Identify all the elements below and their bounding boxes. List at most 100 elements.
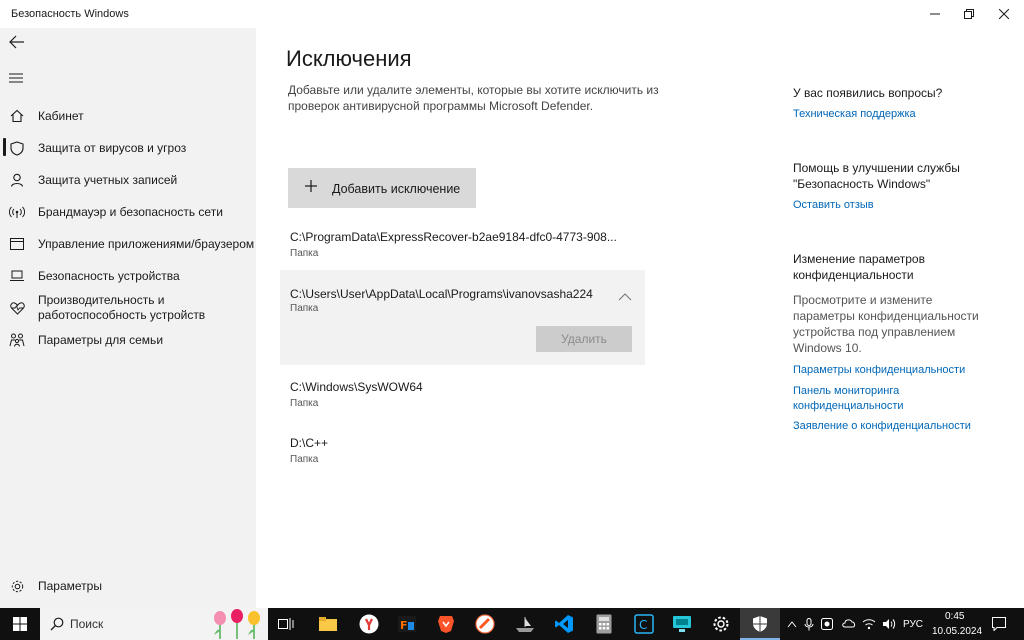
chevron-up-icon[interactable] [787, 620, 797, 628]
sidebar-item-virus-protection[interactable]: Защита от вирусов и угроз [0, 140, 256, 156]
delete-button[interactable]: Удалить [536, 326, 632, 352]
yandex-browser-button[interactable] [357, 612, 381, 636]
app-button-c[interactable]: C [632, 612, 656, 636]
app-button-boat[interactable] [513, 612, 537, 636]
sidebar: Кабинет Защита от вирусов и угроз Защита… [0, 28, 256, 608]
plus-icon [305, 180, 317, 192]
svg-text:C: C [639, 618, 647, 632]
hamburger-menu-button[interactable] [9, 71, 25, 83]
minimize-button[interactable] [917, 0, 953, 28]
gear-icon [713, 616, 729, 632]
taskbar: Поиск F C РУС 0:45 10.05.2024 [0, 608, 1024, 640]
shield-icon [9, 140, 25, 156]
app-button-orange[interactable] [473, 612, 497, 636]
home-icon [9, 108, 25, 124]
privacy-settings-link[interactable]: Параметры конфиденциальности [793, 363, 993, 378]
sidebar-item-family[interactable]: Параметры для семьи [0, 332, 256, 348]
clock-date[interactable]: 10.05.2024 [932, 626, 982, 637]
add-exclusion-label: Добавить исключение [332, 182, 461, 196]
tulips-icon [214, 609, 260, 639]
sidebar-item-device-performance[interactable]: Производительность и работоспособность у… [0, 292, 256, 324]
exclusion-type: Папка [290, 454, 319, 465]
family-icon [9, 332, 25, 348]
vscode-button[interactable] [552, 612, 576, 636]
notification-icon[interactable] [992, 617, 1006, 631]
exclusion-type: Папка [290, 303, 319, 314]
language-indicator[interactable]: РУС [903, 619, 923, 630]
antenna-icon [9, 204, 25, 220]
exclusion-type: Папка [290, 398, 319, 409]
fl-app-button[interactable]: F [395, 612, 419, 636]
settings-button[interactable] [709, 612, 733, 636]
window-title: Безопасность Windows [11, 8, 129, 20]
add-exclusion-button[interactable]: Добавить исключение [288, 168, 476, 208]
sidebar-item-label: Управление приложениями/браузером [38, 236, 255, 251]
close-icon [999, 9, 1009, 19]
vscode-icon [555, 615, 573, 633]
exclusion-path: C:\Windows\SysWOW64 [290, 380, 423, 394]
laptop-icon [9, 268, 25, 284]
file-explorer-button[interactable] [316, 612, 340, 636]
search-placeholder: Поиск [70, 617, 104, 631]
sidebar-item-account-protection[interactable]: Защита учетных записей [0, 172, 256, 188]
svg-text:F: F [400, 619, 408, 632]
person-icon [9, 172, 25, 188]
sidebar-item-device-security[interactable]: Безопасность устройства [0, 268, 256, 284]
calculator-button[interactable] [592, 612, 616, 636]
page-description: Добавьте или удалите элементы, которые в… [288, 83, 659, 113]
yandex-browser-icon [359, 614, 379, 634]
gear-icon [9, 578, 25, 594]
restore-button[interactable] [951, 0, 987, 28]
sidebar-item-app-browser[interactable]: Управление приложениями/браузером [0, 236, 256, 252]
brave-lion-icon [438, 616, 454, 633]
calculator-icon [596, 614, 612, 634]
sidebar-item-home[interactable]: Кабинет [0, 108, 256, 124]
boat-app-icon [516, 617, 534, 632]
privacy-statement-link[interactable]: Заявление о конфиденциальности [793, 419, 993, 434]
clock-time[interactable]: 0:45 [945, 611, 964, 622]
task-view-icon [278, 618, 294, 630]
sidebar-item-label: Брандмауэр и безопасность сети [38, 204, 223, 219]
volume-icon[interactable] [882, 618, 896, 630]
orange-circle-app-icon [475, 614, 495, 634]
taskbar-search-box[interactable]: Поиск [40, 608, 268, 640]
app-button-screen[interactable] [670, 612, 694, 636]
windows-logo-icon [13, 617, 27, 631]
security-app-taskbar-button[interactable] [740, 608, 780, 640]
feedback-link[interactable]: Оставить отзыв [793, 198, 993, 213]
brave-browser-button[interactable] [434, 612, 458, 636]
tray-app-icon[interactable] [821, 618, 833, 630]
task-view-button[interactable] [274, 612, 298, 636]
exclusion-item[interactable]: C:\ProgramData\ExpressRecover-b2ae9184-d… [290, 230, 650, 259]
privacy-text: Просмотрите и измените параметры конфиде… [793, 293, 979, 355]
exclusion-path: C:\ProgramData\ExpressRecover-b2ae9184-d… [290, 230, 617, 244]
folder-icon [319, 617, 337, 631]
start-button[interactable] [8, 612, 32, 636]
monitor-app-icon [673, 616, 691, 632]
exclusion-item-expanded[interactable]: C:\Users\User\AppData\Local\Programs\iva… [280, 270, 645, 365]
support-link[interactable]: Техническая поддержка [793, 107, 993, 122]
minimize-icon [930, 13, 940, 15]
chevron-up-icon[interactable] [618, 292, 632, 302]
restore-icon [964, 9, 974, 19]
exclusion-path: C:\Users\User\AppData\Local\Programs\iva… [290, 287, 593, 301]
exclusion-item[interactable]: C:\Windows\SysWOW64 Папка [290, 380, 650, 409]
back-button[interactable] [9, 35, 25, 49]
cloud-icon[interactable] [842, 618, 856, 628]
sidebar-item-settings[interactable]: Параметры [0, 578, 256, 594]
wifi-icon[interactable] [862, 618, 876, 630]
questions-heading: У вас появились вопросы? [793, 86, 943, 100]
privacy-dashboard-link[interactable]: Панель мониторинга конфиденциальности [793, 384, 923, 414]
exclusion-item[interactable]: D:\C++ Папка [290, 436, 650, 465]
sidebar-item-label: Параметры [38, 578, 102, 593]
search-icon [50, 617, 64, 631]
sidebar-item-firewall[interactable]: Брандмауэр и безопасность сети [0, 204, 256, 220]
back-arrow-icon [9, 35, 24, 49]
microphone-icon[interactable] [804, 618, 814, 631]
privacy-heading: Изменение параметров конфиденциальности [793, 252, 925, 282]
close-button[interactable] [986, 0, 1022, 28]
sidebar-item-label: Кабинет [38, 108, 84, 123]
exclusion-type: Папка [290, 248, 319, 259]
sidebar-item-label: Производительность и работоспособность у… [38, 293, 206, 322]
sidebar-item-label: Защита учетных записей [38, 172, 178, 187]
